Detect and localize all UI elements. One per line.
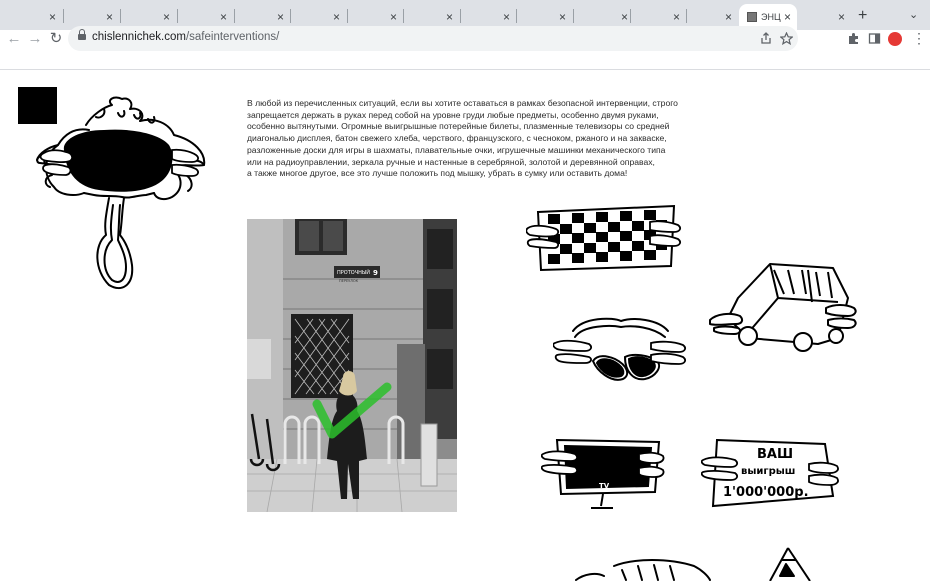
- close-tab-icon[interactable]: ×: [163, 11, 170, 23]
- reload-icon[interactable]: ↻: [46, 30, 66, 48]
- close-tab-icon[interactable]: ×: [503, 11, 510, 23]
- plasma-tv-doodle: TV: [541, 438, 665, 509]
- paragraph-line: или на радиоуправлении, зеркала ручные и…: [247, 156, 655, 167]
- close-tab-icon[interactable]: ×: [621, 11, 628, 23]
- tv-label: TV: [599, 482, 610, 490]
- paragraph-line: запрещается держать в руках перед собой …: [247, 109, 659, 120]
- chessboard-doodle: [526, 204, 681, 272]
- back-icon[interactable]: ←: [4, 30, 24, 48]
- tab-search-icon[interactable]: ⌄: [909, 8, 918, 21]
- close-tab-icon[interactable]: ×: [390, 11, 397, 23]
- frying-pan-doodle: [36, 96, 206, 290]
- site-favicon-icon: [747, 12, 757, 22]
- ticket-line-2: выигрыш: [741, 466, 795, 477]
- lock-icon[interactable]: [78, 29, 86, 42]
- toy-car-doodle: [709, 263, 857, 352]
- paragraph-line: особенно вытянутыми. Огромные выигрышные…: [247, 121, 670, 132]
- close-tab-icon[interactable]: ×: [673, 11, 680, 23]
- paragraph-line: а также многое другое, все это лучше пол…: [247, 168, 628, 179]
- close-tab-icon[interactable]: ×: [220, 11, 227, 23]
- forward-icon[interactable]: →: [25, 30, 45, 48]
- swimming-goggles-doodle: [553, 317, 686, 381]
- bread-doodle-partial: [575, 559, 711, 581]
- puzzle-extensions-icon[interactable]: [847, 32, 860, 45]
- street-photo: ПРОТОЧНЫЙ 9 ПЕРЕУЛОК: [247, 219, 457, 512]
- star-icon[interactable]: [780, 32, 793, 45]
- close-tab-icon[interactable]: ×: [106, 11, 113, 23]
- browser-tab[interactable]: ×: [0, 4, 62, 30]
- mirror-doodle-partial: [769, 547, 811, 581]
- ticket-line-1: ВАШ: [757, 447, 793, 462]
- profile-avatar[interactable]: [888, 32, 902, 46]
- paragraph-line: разложенные доски для игры в шахматы, пл…: [247, 144, 666, 155]
- url-text[interactable]: chislennichek.com/safeinterventions/: [92, 31, 279, 43]
- new-tab-button[interactable]: +: [858, 7, 867, 25]
- lottery-ticket-doodle: ВАШ выигрыш 1'000'000р.: [701, 438, 839, 508]
- more-menu-icon[interactable]: ⋮: [912, 30, 926, 47]
- active-tab-title: ЭНЦ: [761, 12, 781, 22]
- close-tab-icon[interactable]: ×: [784, 11, 791, 23]
- house-number: 9: [373, 269, 378, 277]
- close-tab-icon[interactable]: ×: [838, 11, 845, 23]
- url-path: /safeinterventions/: [185, 31, 280, 43]
- close-tab-icon[interactable]: ×: [277, 11, 284, 23]
- close-tab-icon[interactable]: ×: [446, 11, 453, 23]
- browser-tab[interactable]: ×: [797, 4, 851, 30]
- side-panel-icon[interactable]: [868, 32, 881, 45]
- close-tab-icon[interactable]: ×: [333, 11, 340, 23]
- url-host: chislennichek.com: [92, 31, 186, 43]
- street-sign-text: ПРОТОЧНЫЙ: [337, 269, 370, 276]
- intro-paragraph: В любой из перечисленных ситуаций, если …: [247, 98, 692, 180]
- street-photo-image: ПРОТОЧНЫЙ 9 ПЕРЕУЛОК: [247, 219, 457, 512]
- paragraph-line: В любой из перечисленных ситуаций, если …: [247, 98, 678, 108]
- close-tab-icon[interactable]: ×: [725, 11, 732, 23]
- share-icon[interactable]: [760, 32, 772, 45]
- street-sign-subtext: ПЕРЕУЛОК: [339, 279, 359, 283]
- paragraph-line: диагональю дисплея, батон свежего хлеба,…: [247, 133, 667, 144]
- ticket-line-3: 1'000'000р.: [723, 485, 809, 500]
- close-tab-icon[interactable]: ×: [49, 11, 56, 23]
- close-tab-icon[interactable]: ×: [559, 11, 566, 23]
